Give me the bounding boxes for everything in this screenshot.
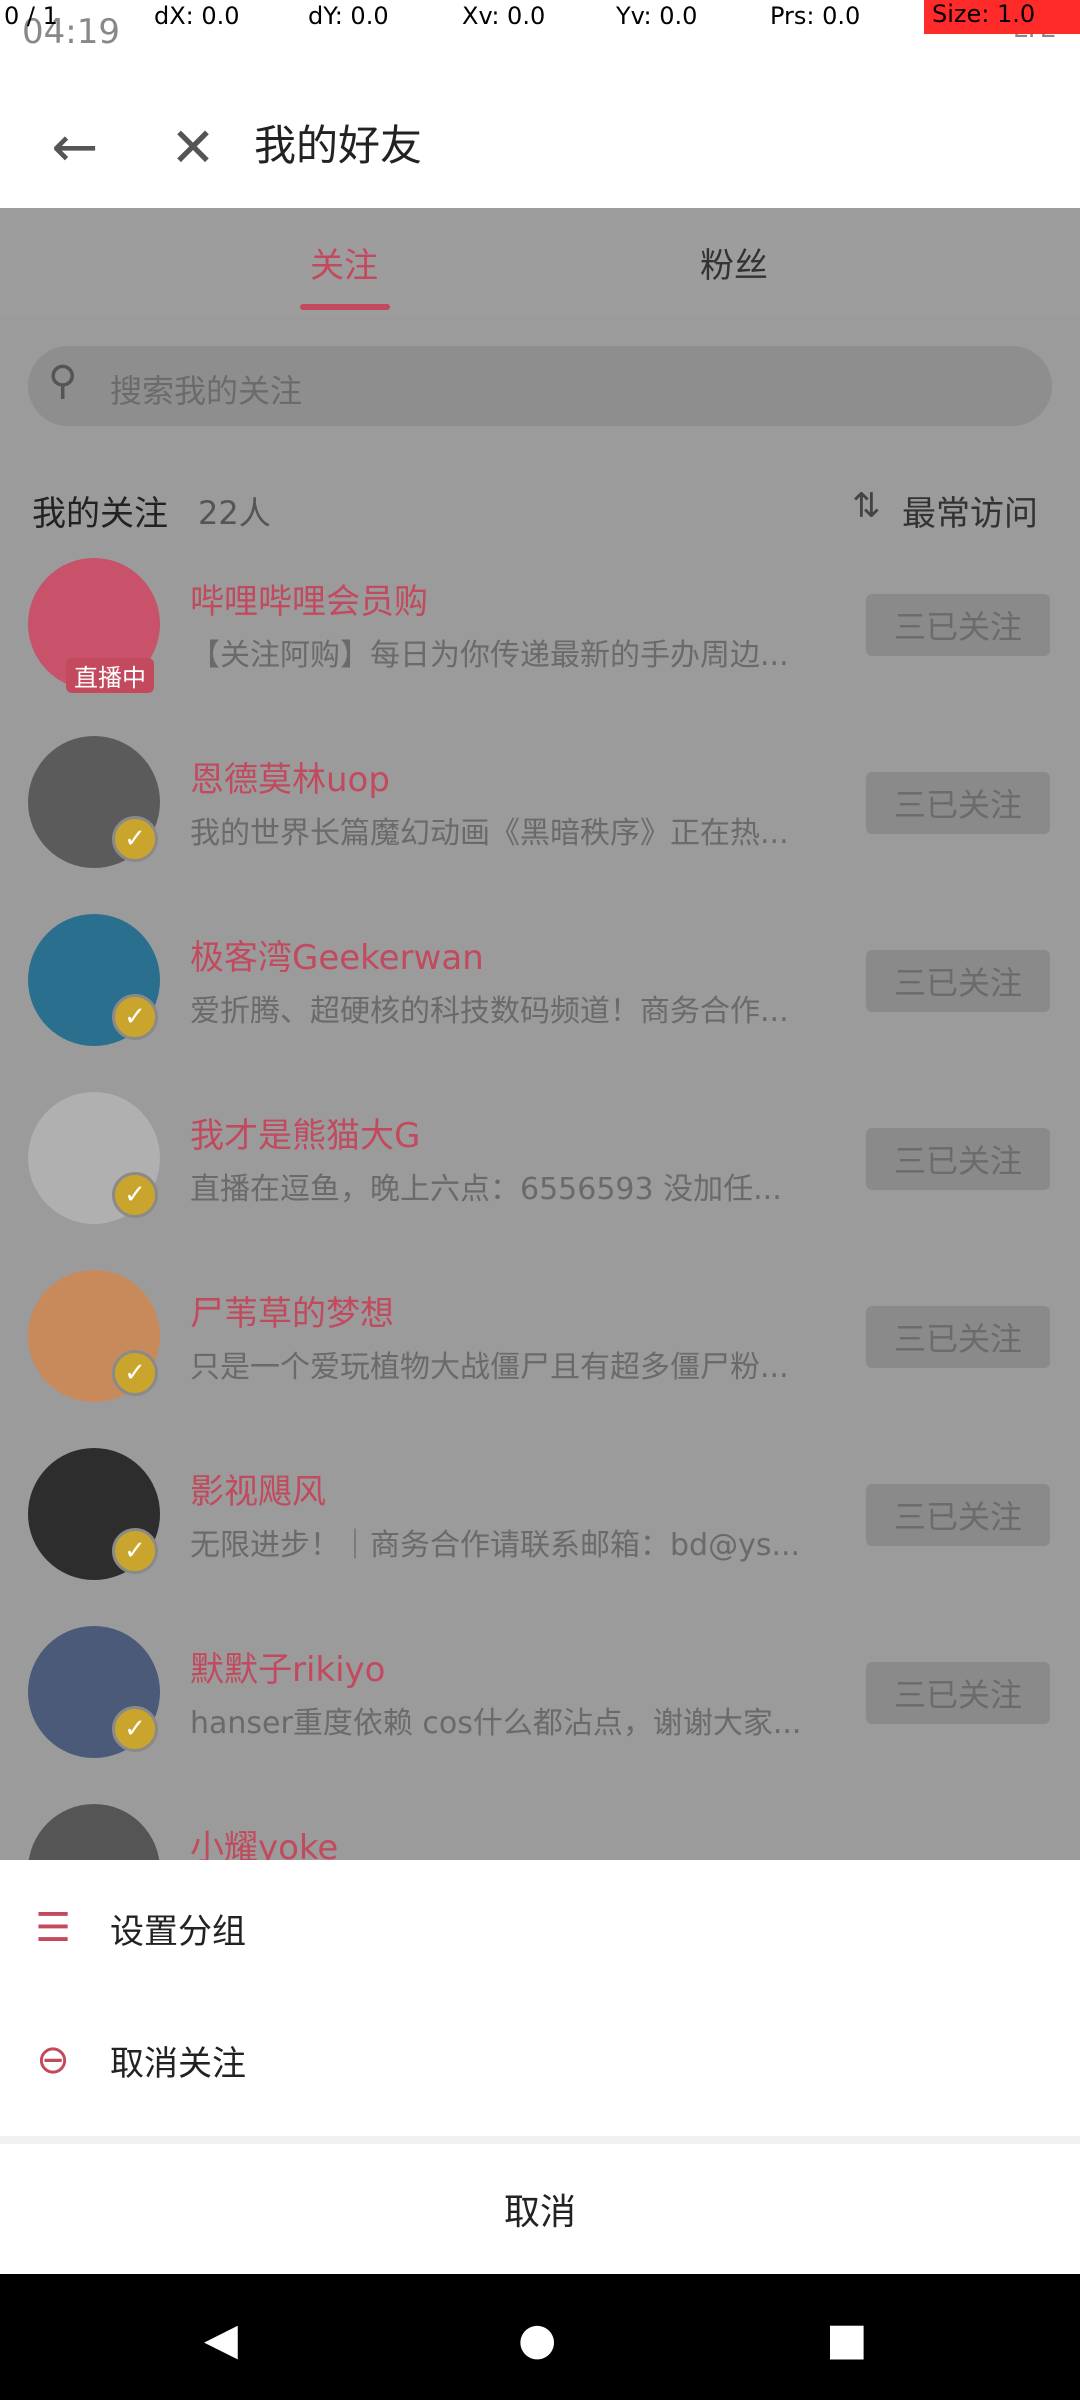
navigation-bar: ◀ ● ■ bbox=[0, 2274, 1080, 2400]
user-name[interactable]: 我才是熊猫大G bbox=[190, 1108, 420, 1157]
user-name[interactable]: 极客湾Geekerwan bbox=[190, 930, 484, 979]
following-button[interactable]: 三已关注 bbox=[866, 1128, 1050, 1190]
following-button[interactable]: 三已关注 bbox=[866, 1484, 1050, 1546]
user-name[interactable]: 恩德莫林uop bbox=[190, 752, 390, 801]
nav-home-icon[interactable]: ● bbox=[518, 2314, 556, 2365]
user-name[interactable]: 默默子rikiyo bbox=[190, 1642, 385, 1691]
user-name[interactable]: 尸苇草的梦想 bbox=[190, 1286, 394, 1335]
following-button[interactable]: 三已关注 bbox=[866, 594, 1050, 656]
verified-badge-icon: ✓ bbox=[112, 994, 158, 1040]
verified-badge-icon: ✓ bbox=[112, 1528, 158, 1574]
list-item[interactable]: ✓ 恩德莫林uop 我的世界长篇魔幻动画《黑暗秩序》正在热... 三已关注 bbox=[0, 716, 1080, 894]
verified-badge-icon: ✓ bbox=[112, 1172, 158, 1218]
delta-x: dX: 0.0 bbox=[154, 2, 240, 30]
tab-fans[interactable]: 粉丝 bbox=[700, 238, 768, 287]
size-readout: Size: 1.0 bbox=[924, 0, 1080, 34]
list-item[interactable]: ✓ 影视飓风 无限进步！｜商务合作请联系邮箱：bd@ys... 三已关注 bbox=[0, 1428, 1080, 1606]
pressure: Prs: 0.0 bbox=[770, 2, 861, 30]
user-name[interactable]: 小耀yoke bbox=[190, 1820, 338, 1860]
following-button[interactable]: 三已关注 bbox=[866, 1662, 1050, 1724]
tab-following[interactable]: 关注 bbox=[310, 238, 378, 287]
velocity-y: Yv: 0.0 bbox=[616, 2, 698, 30]
verified-badge-icon: ✓ bbox=[112, 1706, 158, 1752]
unfollow-option[interactable]: ⊖ 取消关注 bbox=[0, 2000, 1080, 2120]
follow-count: 22人 bbox=[198, 494, 271, 532]
set-group-label: 设置分组 bbox=[110, 1911, 246, 1952]
group-list-icon: ☰ bbox=[35, 1905, 71, 1951]
unfollow-icon: ⊖ bbox=[36, 2037, 70, 2083]
pointer-debug-overlay: 0 / 1 dX: 0.0 dY: 0.0 Xv: 0.0 Yv: 0.0 Pr… bbox=[0, 0, 1080, 34]
unfollow-label: 取消关注 bbox=[110, 2043, 246, 2084]
user-description: 无限进步！｜商务合作请联系邮箱：bd@ys... bbox=[190, 1528, 801, 1563]
following-button[interactable]: 三已关注 bbox=[866, 1306, 1050, 1368]
live-badge: 直播中 bbox=[66, 658, 154, 693]
user-description: hanser重度依赖 cos什么都沾点，谢谢大家... bbox=[190, 1706, 802, 1741]
close-icon[interactable]: ✕ bbox=[148, 102, 238, 192]
sort-option-button[interactable]: 最常访问 bbox=[902, 486, 1038, 535]
list-item[interactable]: ✓ 尸苇草的梦想 只是一个爱玩植物大战僵尸且有超多僵尸粉... 三已关注 bbox=[0, 1250, 1080, 1428]
user-description: 直播在逗鱼，晚上六点：6556593 没加任... bbox=[190, 1172, 782, 1207]
sheet-divider bbox=[0, 2136, 1080, 2144]
sort-icon[interactable]: ⇅ bbox=[852, 486, 881, 526]
list-item[interactable]: ✓ 默默子rikiyo hanser重度依赖 cos什么都沾点，谢谢大家... … bbox=[0, 1606, 1080, 1784]
page-title: 我的好友 bbox=[254, 121, 423, 170]
user-description: 我的世界长篇魔幻动画《黑暗秩序》正在热... bbox=[190, 816, 789, 851]
tab-bar: 关注 粉丝 bbox=[0, 208, 1080, 314]
user-name[interactable]: 影视飓风 bbox=[190, 1464, 326, 1513]
set-group-option[interactable]: ☰ 设置分组 bbox=[0, 1868, 1080, 1988]
list-item[interactable]: 直播中 哔哩哔哩会员购 【关注阿购】每日为你传递最新的手办周边... 三已关注 bbox=[0, 538, 1080, 716]
user-description: 爱折腾、超硬核的科技数码频道！商务合作... bbox=[190, 994, 789, 1029]
velocity-x: Xv: 0.0 bbox=[462, 2, 546, 30]
nav-back-icon[interactable]: ◀ bbox=[204, 2314, 238, 2365]
avatar[interactable] bbox=[28, 1804, 160, 1860]
list-item[interactable]: ✓ 极客湾Geekerwan 爱折腾、超硬核的科技数码频道！商务合作... 三已… bbox=[0, 894, 1080, 1072]
following-button[interactable]: 三已关注 bbox=[866, 772, 1050, 834]
search-input[interactable]: 搜索我的关注 bbox=[110, 366, 302, 412]
list-item[interactable]: 小耀yoke bbox=[0, 1784, 1080, 1860]
verified-badge-icon: ✓ bbox=[112, 816, 158, 862]
following-button[interactable]: 三已关注 bbox=[866, 950, 1050, 1012]
back-arrow-icon[interactable]: ← bbox=[30, 102, 120, 192]
search-icon: ⚲ bbox=[48, 358, 78, 404]
user-description: 只是一个爱玩植物大战僵尸且有超多僵尸粉... bbox=[190, 1350, 789, 1385]
cancel-button[interactable]: 取消 bbox=[0, 2144, 1080, 2274]
pointer-count: 0 / 1 bbox=[4, 2, 58, 30]
section-title: 我的关注 bbox=[32, 494, 168, 534]
tab-indicator bbox=[300, 304, 390, 310]
app-bar: ← ✕ 我的好友 bbox=[0, 62, 1080, 208]
list-item[interactable]: ✓ 我才是熊猫大G 直播在逗鱼，晚上六点：6556593 没加任... 三已关注 bbox=[0, 1072, 1080, 1250]
nav-recents-icon[interactable]: ■ bbox=[826, 2314, 868, 2365]
user-name[interactable]: 哔哩哔哩会员购 bbox=[190, 574, 428, 623]
verified-badge-icon: ✓ bbox=[112, 1350, 158, 1396]
delta-y: dY: 0.0 bbox=[308, 2, 389, 30]
user-description: 【关注阿购】每日为你传递最新的手办周边... bbox=[190, 638, 789, 673]
